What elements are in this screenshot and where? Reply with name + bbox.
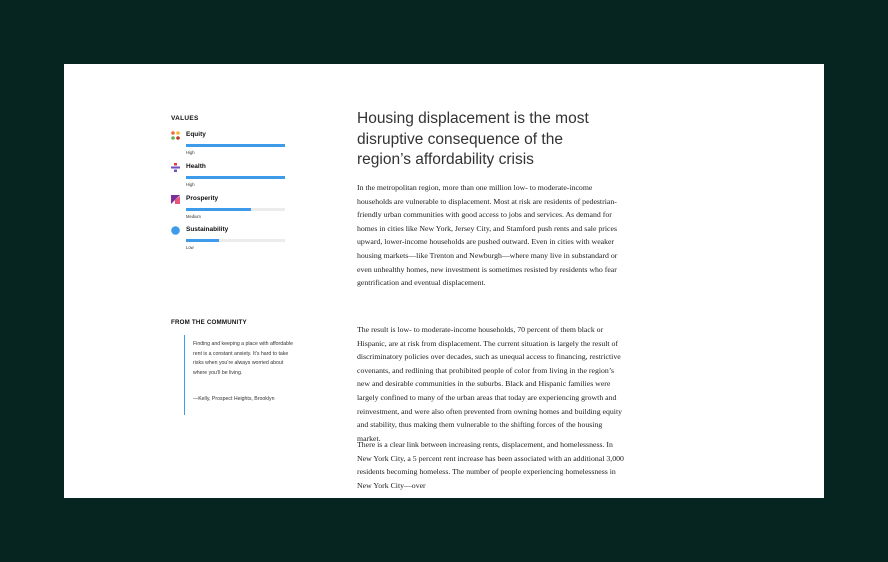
quote-attribution: —Kelly, Prospect Heights, Brooklyn — [193, 396, 275, 402]
value-level-bar-fill — [186, 176, 285, 179]
value-level-label: Low — [186, 245, 194, 250]
article-paragraph: There is a clear link between increasing… — [357, 440, 624, 490]
value-item-prosperity: Prosperity Medium — [171, 194, 285, 219]
value-level-label: High — [186, 182, 195, 187]
value-item-sustainability: Sustainability Low — [171, 225, 285, 250]
value-level-bar — [186, 208, 285, 211]
article-paragraph: In the metropolitan region, more than on… — [357, 183, 618, 288]
quote-text: Finding and keeping a place with afforda… — [193, 341, 293, 376]
sustainability-circle-icon — [171, 226, 180, 235]
value-item-equity: Equity High — [171, 130, 285, 155]
values-heading: VALUES — [171, 115, 199, 122]
document-page: VALUES Equity High Health High Prosperit… — [64, 64, 824, 498]
value-name: Health — [186, 163, 206, 170]
community-quote: Finding and keeping a place with afforda… — [184, 335, 295, 415]
equity-grid-icon — [171, 131, 180, 140]
value-name: Equity — [186, 131, 206, 138]
article-paragraph: The result is low- to moderate-income ho… — [357, 325, 623, 443]
health-divide-icon — [171, 163, 180, 172]
prosperity-triangle-icon — [171, 195, 180, 204]
value-item-health: Health High — [171, 162, 285, 187]
community-heading: FROM THE COMMUNITY — [171, 319, 247, 326]
value-name: Prosperity — [186, 195, 219, 202]
value-level-bar-fill — [186, 144, 285, 147]
value-level-bar-fill — [186, 239, 219, 242]
value-level-label: Medium — [186, 214, 201, 219]
value-name: Sustainability — [186, 226, 229, 233]
value-level-bar — [186, 239, 285, 242]
value-level-label: High — [186, 150, 195, 155]
article-title: Housing displacement is the most disrupt… — [357, 110, 589, 168]
value-level-bar-fill — [186, 208, 252, 211]
value-level-bar — [186, 176, 285, 179]
value-level-bar — [186, 144, 285, 147]
